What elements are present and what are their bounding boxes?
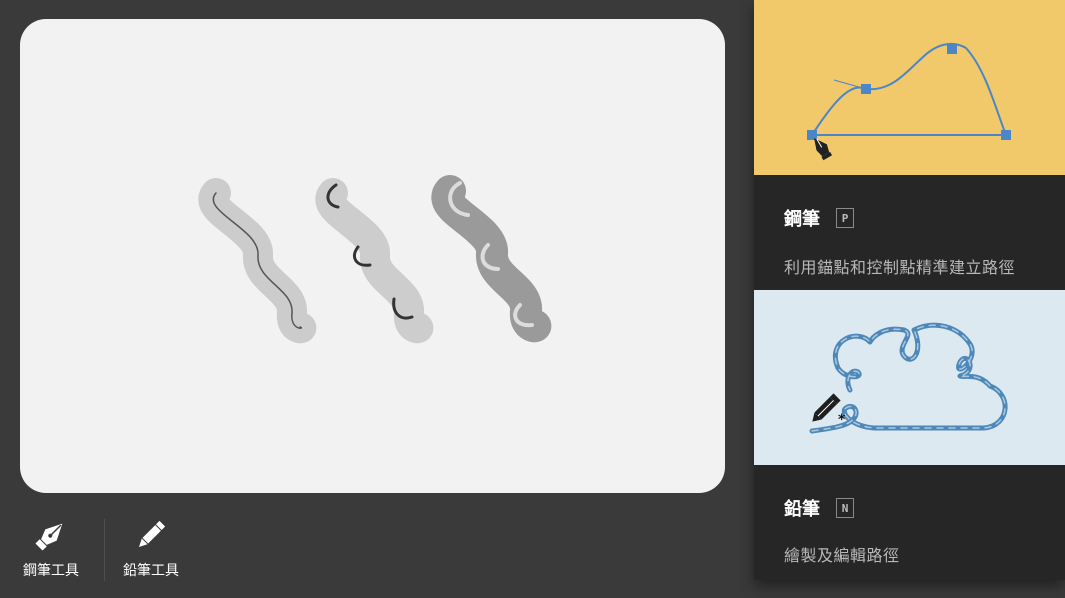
pencil-tool-label: 鉛筆工具: [123, 563, 179, 579]
pen-nib-icon: [35, 523, 63, 551]
asterisk-marker: *: [838, 412, 846, 428]
pencil-card-description: 繪製及編輯路徑: [784, 546, 900, 565]
pencil-icon: [138, 520, 166, 548]
pen-tool-label: 鋼筆工具: [23, 563, 79, 579]
pencil-cloud-illustration: *: [809, 322, 1008, 434]
artboard-canvas[interactable]: [20, 19, 725, 493]
stroke-sample-thin: [198, 178, 317, 344]
pen-tool-preview: [754, 0, 1065, 175]
canvas-artwork: [198, 175, 552, 344]
pencil-cursor-icon: [812, 393, 841, 422]
pencil-card-title-text: 鉛筆: [784, 499, 820, 520]
tool-switcher: 鋼筆工具 鉛筆工具: [0, 505, 220, 598]
pen-shortcut-badge: P: [836, 208, 854, 228]
pen-card-title-text: 鋼筆: [784, 209, 820, 230]
stroke-sample-bold: [431, 175, 552, 343]
app-window: 鋼筆工具 鉛筆工具 鋼筆 P 利用錨點和控制點精準建立路徑 * 鉛筆 N 繪製及…: [0, 0, 1065, 598]
pencil-tool-preview: *: [754, 290, 1065, 465]
stroke-sample-calligraphic: [315, 178, 434, 344]
tool-info-panel: 鋼筆 P 利用錨點和控制點精準建立路徑 * 鉛筆 N 繪製及編輯路徑: [754, 0, 1065, 580]
pen-path-illustration: [807, 42, 1011, 161]
pencil-shortcut-badge: N: [836, 498, 854, 518]
pen-card-description: 利用錨點和控制點精準建立路徑: [784, 258, 1016, 277]
toolbar-divider: [104, 519, 105, 581]
pencil-card-title: 鉛筆 N: [784, 495, 854, 521]
pencil-tool-button[interactable]: 鉛筆工具: [106, 515, 196, 587]
pen-tool-button[interactable]: 鋼筆工具: [6, 515, 96, 587]
pen-card-title: 鋼筆 P: [784, 205, 854, 231]
